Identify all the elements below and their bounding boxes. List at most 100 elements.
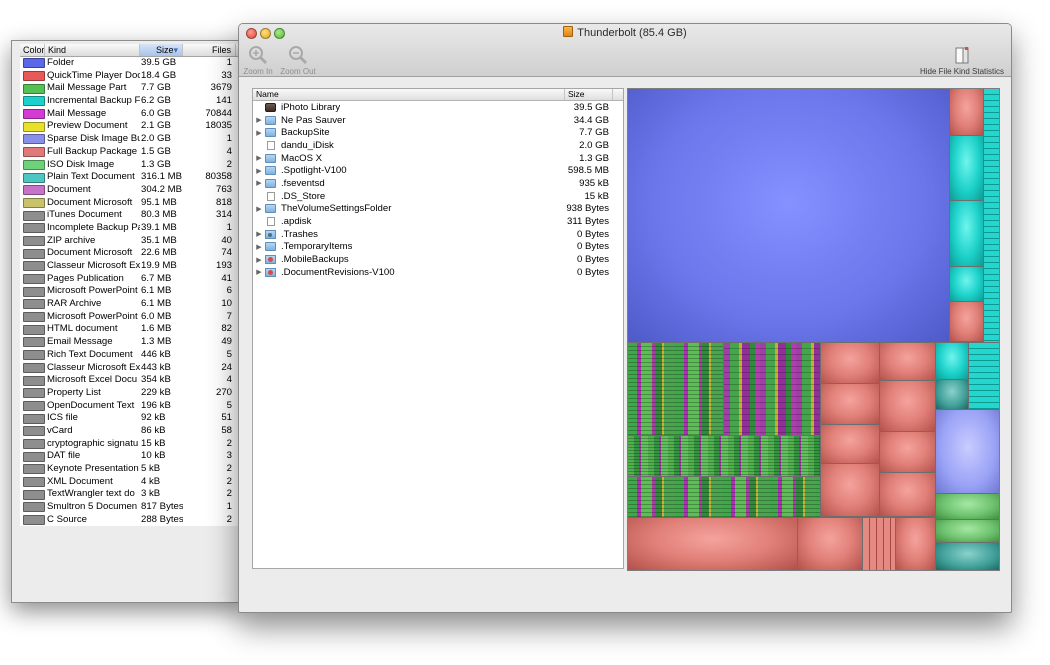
treemap-cell[interactable] bbox=[880, 381, 935, 431]
file-row[interactable]: ▶ .DocumentRevisions-V100 0 Bytes bbox=[253, 266, 623, 279]
treemap-cell[interactable] bbox=[821, 464, 879, 516]
treemap-cell[interactable] bbox=[628, 343, 723, 435]
file-row[interactable]: ▶ BackupSite 7.7 GB bbox=[253, 126, 623, 139]
file-row[interactable]: ▶ .TemporaryItems 0 Bytes bbox=[253, 241, 623, 254]
disclosure-triangle-icon[interactable]: ▶ bbox=[253, 205, 265, 213]
treemap-cell[interactable] bbox=[936, 520, 999, 542]
treemap-cell[interactable] bbox=[950, 201, 983, 266]
file-kind-row[interactable]: C Source 288 Bytes 2 bbox=[20, 513, 242, 527]
file-kind-row[interactable]: QuickTime Player Doc 18.4 GB 33 bbox=[20, 69, 242, 83]
file-kind-row[interactable]: Pages Publication 6.7 MB 41 bbox=[20, 272, 242, 286]
treemap-cell[interactable] bbox=[896, 518, 935, 570]
file-kind-row[interactable]: Plain Text Document 316.1 MB 80358 bbox=[20, 171, 242, 184]
file-row[interactable]: ▶ .MobileBackups 0 Bytes bbox=[253, 253, 623, 266]
treemap-cell[interactable] bbox=[724, 343, 820, 435]
file-kind-row[interactable]: iTunes Document 80.3 MB 314 bbox=[20, 209, 242, 222]
file-kind-row[interactable]: Document Microsoft 95.1 MB 818 bbox=[20, 196, 242, 210]
file-kind-row[interactable]: Full Backup Package 1.5 GB 4 bbox=[20, 145, 242, 159]
file-kind-row[interactable]: XML Document 4 kB 2 bbox=[20, 475, 242, 489]
column-header-name[interactable]: Name bbox=[253, 89, 565, 100]
file-kind-row[interactable]: DAT file 10 kB 3 bbox=[20, 450, 242, 463]
file-row[interactable]: ▶ .fseventsd 935 kB bbox=[253, 177, 623, 190]
file-kind-row[interactable]: Mail Message 6.0 GB 70844 bbox=[20, 107, 242, 121]
disclosure-triangle-icon[interactable]: ▶ bbox=[253, 230, 265, 238]
treemap-cell[interactable] bbox=[821, 425, 879, 463]
disclosure-triangle-icon[interactable]: ▶ bbox=[253, 129, 265, 137]
disclosure-triangle-icon[interactable]: ▶ bbox=[253, 243, 265, 251]
treemap-cell[interactable] bbox=[950, 267, 983, 301]
file-kind-row[interactable]: Keynote Presentation 5 kB 2 bbox=[20, 463, 242, 476]
file-kind-row[interactable]: HTML document 1.6 MB 82 bbox=[20, 323, 242, 337]
file-row[interactable]: .apdisk 311 Bytes bbox=[253, 215, 623, 228]
file-kind-row[interactable]: TextWrangler text do 3 kB 2 bbox=[20, 488, 242, 502]
file-row[interactable]: ▶ MacOS X 1.3 GB bbox=[253, 152, 623, 165]
treemap-cell[interactable] bbox=[936, 410, 999, 493]
file-kind-row[interactable]: Mail Message Part 7.7 GB 3679 bbox=[20, 82, 242, 96]
file-kind-row[interactable]: Rich Text Document 446 kB 5 bbox=[20, 348, 242, 362]
disclosure-triangle-icon[interactable]: ▶ bbox=[253, 154, 265, 162]
file-row[interactable]: ▶ Ne Pas Sauver 34.4 GB bbox=[253, 114, 623, 127]
column-header-color[interactable]: Color bbox=[20, 44, 45, 56]
column-header-size[interactable]: Size bbox=[565, 89, 613, 100]
hide-file-kind-statistics-button[interactable]: Hide File Kind Statistics bbox=[919, 45, 1005, 76]
file-row[interactable]: ▶ .Spotlight-V100 598.5 MB bbox=[253, 164, 623, 177]
file-kind-row[interactable]: vCard 86 kB 58 bbox=[20, 424, 242, 438]
treemap-cell[interactable] bbox=[880, 343, 935, 380]
treemap-cell[interactable] bbox=[821, 384, 879, 424]
file-row[interactable]: ▶ .Trashes 0 Bytes bbox=[253, 228, 623, 241]
treemap-cell[interactable] bbox=[798, 518, 862, 570]
file-kind-row[interactable]: ISO Disk Image 1.3 GB 2 bbox=[20, 158, 242, 172]
file-row[interactable]: iPhoto Library 39.5 GB bbox=[253, 101, 623, 114]
file-kind-row[interactable]: cryptographic signatu 15 kB 2 bbox=[20, 437, 242, 451]
file-kind-row[interactable]: Preview Document 2.1 GB 18035 bbox=[20, 120, 242, 134]
treemap-cell[interactable] bbox=[880, 432, 935, 472]
file-kind-row[interactable]: Classeur Microsoft Ex 443 kB 24 bbox=[20, 361, 242, 375]
column-header-kind[interactable]: Kind bbox=[45, 44, 140, 56]
treemap-cell[interactable] bbox=[821, 343, 879, 383]
column-header-files[interactable]: Files bbox=[183, 44, 236, 56]
disclosure-triangle-icon[interactable]: ▶ bbox=[253, 256, 265, 264]
zoom-in-button[interactable]: Zoom In bbox=[243, 45, 273, 76]
disclosure-triangle-icon[interactable]: ▶ bbox=[253, 268, 265, 276]
file-kind-row[interactable]: Microsoft PowerPoint 6.1 MB 6 bbox=[20, 285, 242, 299]
file-kind-row[interactable]: Folder 39.5 GB 1 bbox=[20, 57, 242, 70]
treemap-cell[interactable] bbox=[863, 518, 895, 570]
treemap-cell[interactable] bbox=[936, 380, 968, 409]
treemap-cell[interactable] bbox=[628, 518, 797, 570]
treemap-cell[interactable] bbox=[880, 473, 935, 516]
file-kind-row[interactable]: ZIP archive 35.1 MB 40 bbox=[20, 234, 242, 248]
treemap-cell[interactable] bbox=[628, 477, 820, 517]
file-kind-row[interactable]: OpenDocument Text 196 kB 5 bbox=[20, 399, 242, 413]
file-kind-row[interactable]: RAR Archive 6.1 MB 10 bbox=[20, 298, 242, 311]
file-kind-row[interactable]: Incremental Backup F 6.2 GB 141 bbox=[20, 95, 242, 108]
treemap-cell[interactable] bbox=[628, 436, 820, 476]
file-kind-row[interactable]: Property List 229 kB 270 bbox=[20, 386, 242, 400]
treemap-cell[interactable] bbox=[950, 136, 983, 200]
treemap-cell[interactable] bbox=[936, 343, 968, 379]
disclosure-triangle-icon[interactable]: ▶ bbox=[253, 167, 265, 175]
file-kind-row[interactable]: Microsoft PowerPoint 6.0 MB 7 bbox=[20, 310, 242, 324]
file-kind-row[interactable]: Document Microsoft 22.6 MB 74 bbox=[20, 247, 242, 260]
treemap-cell[interactable] bbox=[969, 343, 999, 409]
treemap-cell[interactable] bbox=[936, 543, 999, 570]
file-kind-row[interactable]: Email Message 1.3 MB 49 bbox=[20, 336, 242, 349]
file-row[interactable]: dandu_iDisk 2.0 GB bbox=[253, 139, 623, 152]
file-kind-row[interactable]: Sparse Disk Image Bu 2.0 GB 1 bbox=[20, 133, 242, 146]
treemap-cell[interactable] bbox=[950, 89, 983, 135]
file-kind-row[interactable]: Smultron 5 Documen 817 Bytes 1 bbox=[20, 501, 242, 514]
file-kind-row[interactable]: Classeur Microsoft Ex 19.9 MB 193 bbox=[20, 260, 242, 273]
zoom-out-button[interactable]: Zoom Out bbox=[280, 45, 316, 76]
disclosure-triangle-icon[interactable]: ▶ bbox=[253, 179, 265, 187]
treemap-cell[interactable] bbox=[936, 494, 999, 519]
file-row[interactable]: ▶ TheVolumeSettingsFolder 938 Bytes bbox=[253, 203, 623, 216]
file-row[interactable]: .DS_Store 15 kB bbox=[253, 190, 623, 203]
disk-usage-treemap[interactable] bbox=[627, 88, 1000, 571]
file-kind-row[interactable]: ICS file 92 kB 51 bbox=[20, 412, 242, 425]
file-kind-row[interactable]: Microsoft Excel Docu 354 kB 4 bbox=[20, 374, 242, 387]
column-header-size[interactable]: Size▾ bbox=[140, 44, 183, 56]
treemap-cell-iphoto-library[interactable] bbox=[628, 89, 949, 342]
file-kind-row[interactable]: Incomplete Backup Pa 39.1 MB 1 bbox=[20, 221, 242, 235]
file-kind-row[interactable]: Document 304.2 MB 763 bbox=[20, 183, 242, 197]
treemap-cell[interactable] bbox=[950, 302, 983, 341]
treemap-cell[interactable] bbox=[984, 89, 999, 342]
